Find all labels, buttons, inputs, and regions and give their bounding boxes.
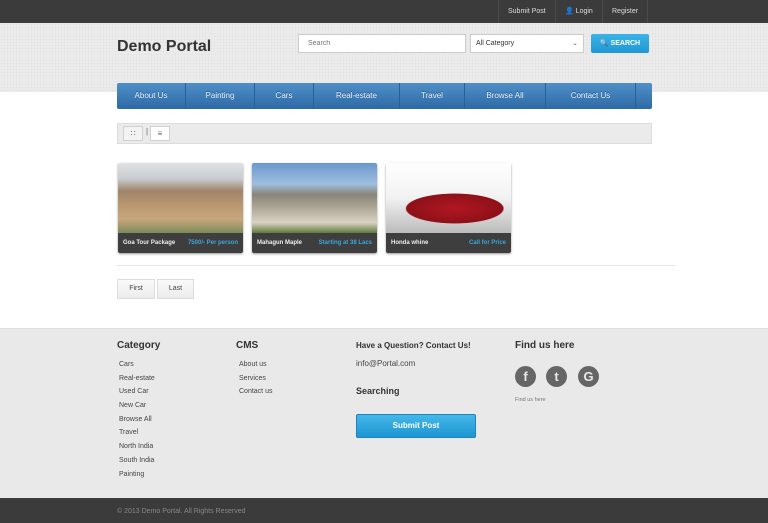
list-view-button[interactable]: ≡ <box>150 126 170 141</box>
bottom-bar <box>0 498 768 523</box>
category-link[interactable]: Browse All <box>119 416 155 430</box>
category-heading: Category <box>117 340 161 351</box>
grid-icon: ∷ <box>130 129 136 138</box>
category-link[interactable]: Painting <box>119 471 155 485</box>
submit-post-link[interactable]: Submit Post <box>498 0 555 23</box>
user-icon: 👤 <box>565 8 574 15</box>
category-link[interactable]: Used Car <box>119 388 155 402</box>
login-link[interactable]: 👤 Login <box>555 0 602 23</box>
nav-painting[interactable]: Painting <box>186 83 255 109</box>
site-title[interactable]: Demo Portal <box>117 38 211 56</box>
cms-link[interactable]: About us <box>239 361 272 375</box>
cms-list: About us Services Contact us <box>239 361 272 402</box>
listing-name: Honda whine <box>391 240 429 246</box>
find-us-text: Find us here <box>515 397 546 403</box>
contact-heading: Have a Question? Contact Us! <box>356 341 471 350</box>
list-icon: ≡ <box>157 129 163 138</box>
listing-image-house <box>252 163 377 233</box>
listing-card[interactable]: Honda whine Call for Price <box>386 163 511 253</box>
cms-heading: CMS <box>236 340 259 351</box>
chevron-down-icon: ⌄ <box>572 40 578 47</box>
listing-price: Starting at 38 Lacs <box>318 240 372 246</box>
footer <box>0 328 768 498</box>
nav-travel[interactable]: Travel <box>400 83 465 109</box>
top-bar: Submit Post 👤 Login Register <box>0 0 768 23</box>
search-input[interactable] <box>298 34 466 53</box>
login-label: Login <box>575 8 593 15</box>
category-link[interactable]: Travel <box>119 429 155 443</box>
category-selected: All Category <box>476 40 515 47</box>
listing-card[interactable]: Goa Tour Package 7500/- Per person <box>118 163 243 253</box>
listing-name: Goa Tour Package <box>123 240 176 246</box>
search-button[interactable]: 🔍 SEARCH <box>591 34 649 53</box>
first-page-button[interactable]: First <box>117 279 155 299</box>
nav-about-us[interactable]: About Us <box>117 83 186 109</box>
nav-browse-all[interactable]: Browse All <box>465 83 546 109</box>
contact-email[interactable]: info@Portal.com <box>356 359 415 368</box>
listing-price: 7500/- Per person <box>187 240 238 246</box>
category-select[interactable]: All Category ⌄ <box>470 34 584 53</box>
view-toolbar: ∷ | ≡ <box>117 123 652 144</box>
twitter-icon[interactable]: t <box>546 366 567 387</box>
cms-link[interactable]: Services <box>239 375 272 389</box>
nav-contact-us[interactable]: Contact Us <box>546 83 636 109</box>
category-list: Cars Real-estate Used Car New Car Browse… <box>119 361 155 484</box>
listing-card[interactable]: Mahagun Maple Starting at 38 Lacs <box>252 163 377 253</box>
grid-view-button[interactable]: ∷ <box>123 126 143 141</box>
search-button-label: SEARCH <box>610 40 641 47</box>
last-page-button[interactable]: Last <box>157 279 194 299</box>
searching-heading: Searching <box>356 386 400 396</box>
copyright: © 2013 Demo Portal. All Rights Reserved <box>117 508 246 515</box>
cms-link[interactable]: Contact us <box>239 388 272 402</box>
register-link[interactable]: Register <box>602 0 649 23</box>
category-link[interactable]: South India <box>119 457 155 471</box>
main-nav: About Us Painting Cars Real-estate Trave… <box>117 83 652 109</box>
category-link[interactable]: New Car <box>119 402 155 416</box>
footer-submit-post-button[interactable]: Submit Post <box>356 414 476 438</box>
nav-cars[interactable]: Cars <box>255 83 314 109</box>
google-icon[interactable]: G <box>578 366 599 387</box>
search-icon: 🔍 <box>599 40 609 47</box>
find-us-heading: Find us here <box>515 340 575 351</box>
listing-image-car <box>386 163 511 233</box>
category-link[interactable]: Real-estate <box>119 375 155 389</box>
facebook-icon[interactable]: f <box>515 366 536 387</box>
divider <box>117 265 675 266</box>
listing-price: Call for Price <box>468 240 506 246</box>
category-link[interactable]: Cars <box>119 361 155 375</box>
listing-name: Mahagun Maple <box>257 240 303 246</box>
nav-real-estate[interactable]: Real-estate <box>314 83 400 109</box>
listing-image-mountains <box>118 163 243 233</box>
category-link[interactable]: North India <box>119 443 155 457</box>
divider: | <box>146 127 149 136</box>
